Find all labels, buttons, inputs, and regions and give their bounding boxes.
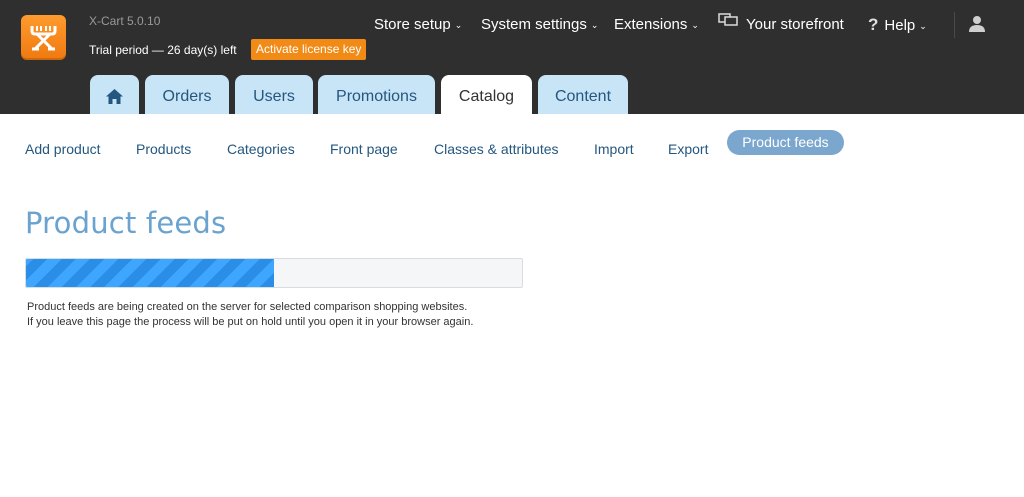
- subnav-product-feeds[interactable]: Product feeds: [727, 130, 844, 155]
- store-setup-label: Store setup: [374, 16, 451, 33]
- extensions-menu[interactable]: Extensions ⌄: [614, 15, 699, 35]
- progress-bar: [25, 258, 523, 288]
- x-cart-logo-icon[interactable]: [21, 15, 66, 60]
- store-setup-menu[interactable]: Store setup ⌄: [374, 15, 462, 35]
- progress-bar-fill: [26, 259, 274, 287]
- question-icon: ?: [868, 15, 879, 34]
- monitor-icon: [718, 13, 738, 33]
- version-label: X-Cart 5.0.10: [89, 14, 161, 28]
- progress-note-line-1: Product feeds are being created on the s…: [27, 301, 468, 313]
- progress-note-line-2: If you leave this page the process will …: [27, 316, 474, 328]
- chevron-down-icon: ⌄: [590, 20, 599, 30]
- activate-license-button[interactable]: Activate license key: [251, 39, 367, 60]
- tab-home[interactable]: [90, 75, 139, 114]
- home-icon: [106, 89, 123, 104]
- chevron-down-icon: ⌄: [454, 20, 463, 30]
- subnav-add-product[interactable]: Add product: [25, 142, 101, 156]
- tab-promotions[interactable]: Promotions: [318, 75, 435, 114]
- trial-period-text: Trial period — 26 day(s) left: [89, 43, 237, 57]
- user-icon[interactable]: [968, 15, 986, 33]
- progress-note: Product feeds are being created on the s…: [27, 300, 473, 330]
- tab-users[interactable]: Users: [235, 75, 313, 114]
- tab-content[interactable]: Content: [538, 75, 628, 114]
- tab-catalog[interactable]: Catalog: [441, 75, 532, 114]
- help-menu[interactable]: ? Help ⌄: [868, 15, 927, 35]
- storefront-label: Your storefront: [746, 16, 844, 33]
- subnav-front-page[interactable]: Front page: [330, 142, 398, 156]
- admin-header: X-Cart 5.0.10 Trial period — 26 day(s) l…: [0, 0, 1024, 114]
- extensions-label: Extensions: [614, 16, 688, 33]
- subnav-import[interactable]: Import: [594, 142, 634, 156]
- chevron-down-icon: ⌄: [919, 21, 927, 31]
- system-settings-menu[interactable]: System settings ⌄: [481, 15, 598, 35]
- subnav-products[interactable]: Products: [136, 142, 191, 156]
- header-divider: [954, 12, 955, 38]
- tab-orders[interactable]: Orders: [145, 75, 229, 114]
- subnav-classes-attributes[interactable]: Classes & attributes: [434, 142, 559, 156]
- help-label: Help: [884, 17, 916, 34]
- your-storefront-link[interactable]: Your storefront: [718, 13, 844, 35]
- page-title: Product feeds: [25, 206, 227, 240]
- subnav-export[interactable]: Export: [668, 142, 708, 156]
- subnav-categories[interactable]: Categories: [227, 142, 295, 156]
- system-settings-label: System settings: [481, 16, 587, 33]
- chevron-down-icon: ⌄: [691, 20, 699, 30]
